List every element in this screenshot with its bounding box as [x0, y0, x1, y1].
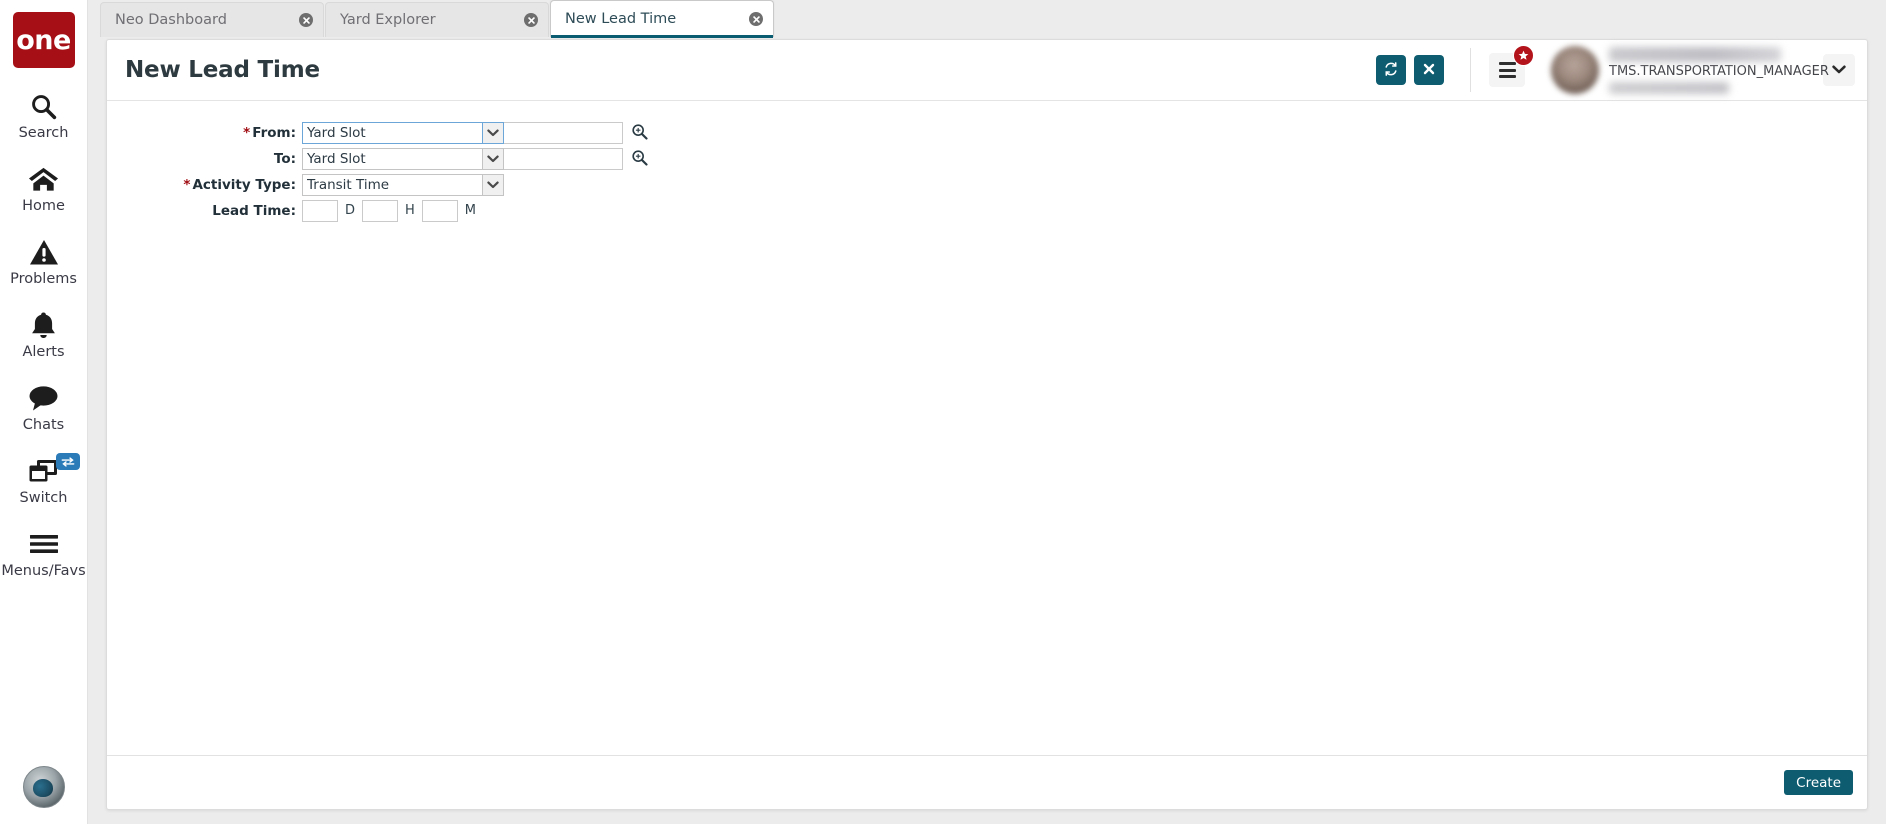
- sidebar-item-label: Menus/Favs: [1, 563, 86, 579]
- required-marker: *: [183, 176, 191, 193]
- from-type-input[interactable]: [302, 121, 482, 144]
- form-row-lead-time: Lead Time: D H M: [107, 198, 1867, 223]
- from-lookup-button[interactable]: [630, 123, 648, 143]
- create-button[interactable]: Create: [1784, 770, 1853, 795]
- close-button[interactable]: [1414, 55, 1444, 85]
- to-type-input[interactable]: [302, 147, 482, 170]
- lead-time-hours-input[interactable]: [362, 199, 399, 222]
- chevron-down-icon[interactable]: [482, 121, 504, 144]
- chevron-down-icon: [1832, 61, 1846, 79]
- user-name-redacted: [1609, 46, 1781, 62]
- from-label-text: From:: [252, 124, 296, 141]
- windows-stack-icon: [28, 455, 60, 487]
- page-card: New Lead Time TMS.TRANSPORTATION_MANAGER…: [106, 39, 1868, 810]
- tab-label: Yard Explorer: [340, 12, 436, 28]
- activity-type-label: * Activity Type:: [107, 177, 302, 193]
- star-icon: [1513, 45, 1534, 66]
- form-row-activity-type: * Activity Type:: [107, 172, 1867, 197]
- sidebar-item-label: Switch: [19, 490, 68, 506]
- chevron-down-icon[interactable]: [482, 173, 504, 196]
- sidebar-item-menus-favs[interactable]: Menus/Favs: [0, 528, 88, 579]
- to-type-select[interactable]: [302, 147, 504, 170]
- swap-arrows-icon[interactable]: [55, 453, 80, 470]
- lead-time-label-text: Lead Time:: [212, 202, 296, 219]
- chat-bubble-icon: [28, 382, 59, 414]
- page-footer: Create: [107, 755, 1867, 809]
- page-header: New Lead Time TMS.TRANSPORTATION_MANAGER: [107, 40, 1867, 101]
- tab-label: Neo Dashboard: [115, 12, 227, 28]
- close-icon[interactable]: [524, 13, 538, 27]
- lead-time-form: * From: Yard Slot To: Yard Slot * Activi…: [107, 101, 1867, 223]
- user-menu[interactable]: TMS.TRANSPORTATION_MANAGER: [1551, 46, 1829, 94]
- one-logo[interactable]: one: [12, 12, 75, 68]
- tab-bar: Neo Dashboard Yard Explorer New Lead Tim…: [88, 0, 1886, 38]
- user-info: TMS.TRANSPORTATION_MANAGER: [1609, 46, 1829, 94]
- lead-time-hours-unit: H: [405, 203, 415, 218]
- user-avatar-bottom[interactable]: [22, 766, 65, 808]
- chevron-down-icon[interactable]: [482, 147, 504, 170]
- form-row-to: To:: [107, 146, 1867, 171]
- tab-label: New Lead Time: [565, 11, 677, 27]
- page-body: * From: Yard Slot To: Yard Slot * Activi…: [107, 101, 1867, 755]
- magnifier-icon: [631, 123, 648, 143]
- activity-type-input[interactable]: [302, 173, 482, 196]
- to-lookup-button[interactable]: [630, 149, 648, 169]
- sidebar-item-label: Search: [18, 125, 69, 141]
- magnifier-icon: [631, 149, 648, 169]
- header-divider: [1470, 48, 1471, 92]
- hamburger-icon: [29, 528, 59, 560]
- from-type-select[interactable]: [302, 121, 504, 144]
- refresh-button[interactable]: [1376, 55, 1406, 85]
- home-icon: [28, 163, 59, 195]
- activity-type-select[interactable]: [302, 173, 504, 196]
- sidebar-item-switch[interactable]: Switch: [0, 453, 88, 506]
- close-icon[interactable]: [299, 13, 313, 27]
- sidebar-item-label: Problems: [10, 271, 77, 287]
- lead-time-minutes-input[interactable]: [421, 199, 458, 222]
- page-title: New Lead Time: [125, 57, 320, 83]
- required-marker: *: [243, 124, 251, 141]
- bell-icon: [30, 309, 57, 341]
- sidebar-item-chats[interactable]: Chats: [0, 382, 88, 433]
- user-sub-redacted: [1609, 81, 1729, 94]
- left-sidebar: one Search Home Problems Alerts Chats Sw…: [0, 0, 88, 824]
- sidebar-item-label: Alerts: [22, 344, 65, 360]
- search-icon: [29, 90, 58, 122]
- tab-new-lead-time[interactable]: New Lead Time: [550, 0, 774, 38]
- sidebar-item-problems[interactable]: Problems: [0, 236, 88, 287]
- refresh-icon: [1383, 61, 1399, 80]
- activity-type-label-text: Activity Type:: [192, 176, 296, 193]
- sidebar-item-search[interactable]: Search: [0, 90, 88, 141]
- application-window: one Search Home Problems Alerts Chats Sw…: [0, 0, 1886, 824]
- form-row-from: * From:: [107, 120, 1867, 145]
- lead-time-minutes-unit: M: [464, 203, 477, 218]
- tab-neo-dashboard[interactable]: Neo Dashboard: [100, 2, 324, 37]
- close-icon[interactable]: [749, 12, 763, 26]
- sidebar-item-home[interactable]: Home: [0, 163, 88, 214]
- hamburger-menu-icon: [1498, 61, 1516, 80]
- lead-time-label: Lead Time:: [107, 203, 302, 219]
- tab-yard-explorer[interactable]: Yard Explorer: [325, 2, 549, 37]
- menu-favorites-button[interactable]: [1489, 45, 1534, 87]
- from-label: * From:: [107, 125, 302, 141]
- sidebar-item-label: Home: [22, 198, 65, 214]
- close-x-icon: [1422, 62, 1436, 79]
- lead-time-days-unit: D: [345, 203, 356, 218]
- lead-time-days-input[interactable]: [302, 199, 338, 222]
- main-region: Neo Dashboard Yard Explorer New Lead Tim…: [88, 0, 1886, 824]
- sidebar-item-alerts[interactable]: Alerts: [0, 309, 88, 360]
- sidebar-item-label: Chats: [22, 417, 65, 433]
- warning-triangle-icon: [29, 236, 59, 268]
- avatar: [1551, 46, 1599, 94]
- user-role: TMS.TRANSPORTATION_MANAGER: [1609, 63, 1829, 79]
- to-label-text: To:: [273, 150, 296, 167]
- to-label: To:: [107, 151, 302, 167]
